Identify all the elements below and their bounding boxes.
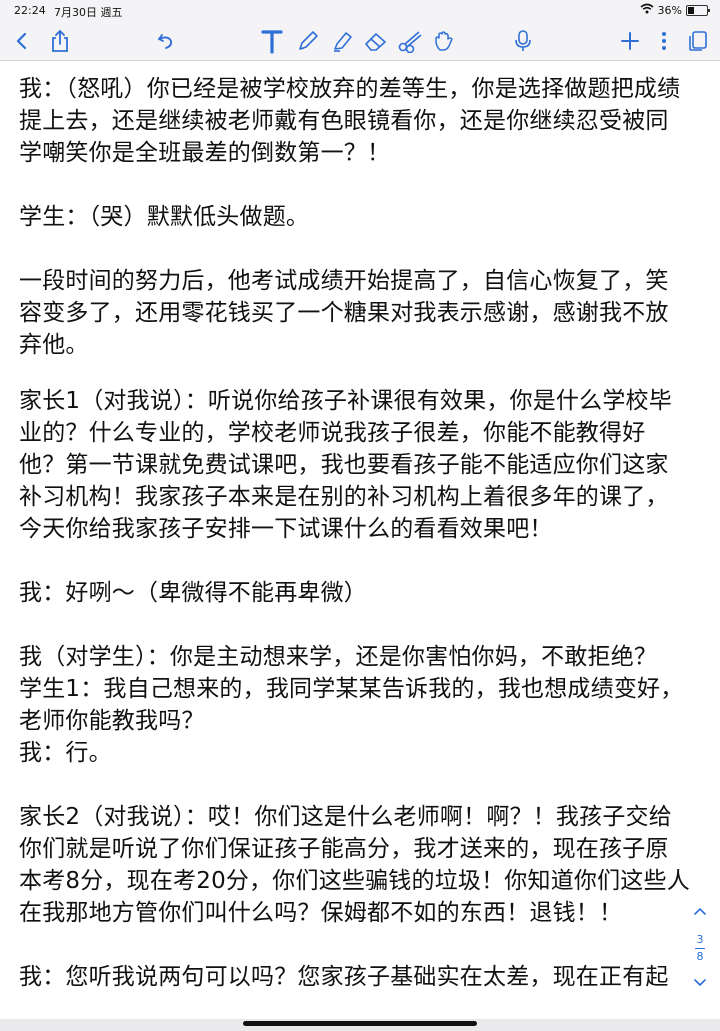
status-date: 7月30日 週五 [54, 6, 123, 19]
share-button[interactable] [46, 27, 74, 55]
microphone-button[interactable] [509, 27, 537, 55]
pen-tool-button[interactable] [294, 27, 322, 55]
pages-button[interactable] [684, 27, 712, 55]
paragraph: 家长2（对我说）：哎！你们这是什么老师啊！啊？！我孩子交给你们就是听说了你们保证… [19, 804, 690, 926]
status-indicators: 36% [640, 3, 710, 17]
home-indicator[interactable] [243, 1021, 477, 1026]
page-up-button[interactable] [693, 906, 707, 919]
microphone-icon [514, 29, 532, 53]
notes-toolbar [0, 22, 720, 61]
page-indicator: 3 8 [688, 906, 712, 1006]
eraser-tool-button[interactable] [362, 27, 390, 55]
battery-percent: 36% [657, 3, 682, 17]
note-page[interactable]: 我：（怒吼）你已经是被学校放弃的差等生，你是选择做题把成绩提上去，还是继续被老师… [0, 61, 720, 1019]
paragraph: 我：您听我说两句可以吗？您家孩子基础实在太差，现在正有起 [19, 964, 669, 990]
paragraph: 一段时间的努力后，他考试成绩开始提高了，自信心恢复了，笑容变多了，还用零花钱买了… [19, 268, 669, 358]
undo-icon [156, 31, 176, 51]
dialogue-line: 学生1：我自己想来的，我同学某某告诉我的，我也想成绩变好，老师你能教我吗？ [19, 676, 684, 734]
text-tool-button[interactable] [258, 27, 286, 55]
page-divider [695, 948, 705, 949]
add-button[interactable] [616, 27, 644, 55]
paragraph: 学生：（哭）默默低头做题。 [19, 204, 310, 230]
pages-icon [688, 30, 708, 52]
eraser-icon [363, 30, 389, 52]
add-icon [620, 31, 640, 51]
hand-tool-button[interactable] [430, 27, 458, 55]
status-time: 22:24 [14, 4, 46, 17]
status-bar: 22:24 7月30日 週五 36% [0, 0, 720, 22]
back-button[interactable] [8, 27, 36, 55]
dialogue-line: 我：行。 [19, 740, 112, 766]
back-icon [15, 31, 29, 51]
current-page-number: 3 [696, 933, 704, 946]
highlighter-tool-button[interactable] [328, 27, 356, 55]
hand-icon [432, 29, 456, 53]
scissors-icon [397, 29, 423, 53]
undo-button[interactable] [152, 27, 180, 55]
more-icon [661, 31, 667, 51]
paragraph: 家长1（对我说）：听说你给孩子补课很有效果，你是什么学校毕业的？什么专业的，学校… [19, 388, 672, 542]
dialogue-line: 我（对学生）：你是主动想来学，还是你害怕你妈，不敢拒绝？ [19, 644, 658, 670]
wifi-icon [640, 3, 654, 17]
chevron-down-icon [694, 979, 706, 987]
paragraph: 我：（怒吼）你已经是被学校放弃的差等生，你是选择做题把成绩提上去，还是继续被老师… [19, 76, 681, 166]
highlighter-icon [330, 29, 354, 53]
battery-icon [686, 4, 710, 16]
more-button[interactable] [650, 27, 678, 55]
text-tool-icon [260, 28, 284, 54]
page-down-button[interactable] [693, 978, 707, 991]
lasso-tool-button[interactable] [396, 27, 424, 55]
pen-icon [296, 29, 320, 53]
share-icon [50, 29, 70, 53]
home-indicator-area [0, 1019, 720, 1031]
chevron-up-icon [694, 907, 706, 915]
note-text: 我：（怒吼）你已经是被学校放弃的差等生，你是选择做题把成绩提上去，还是继续被老师… [19, 73, 691, 1019]
paragraph: 我：好咧～（卑微得不能再卑微） [19, 580, 367, 606]
total-pages-number: 8 [696, 950, 704, 963]
